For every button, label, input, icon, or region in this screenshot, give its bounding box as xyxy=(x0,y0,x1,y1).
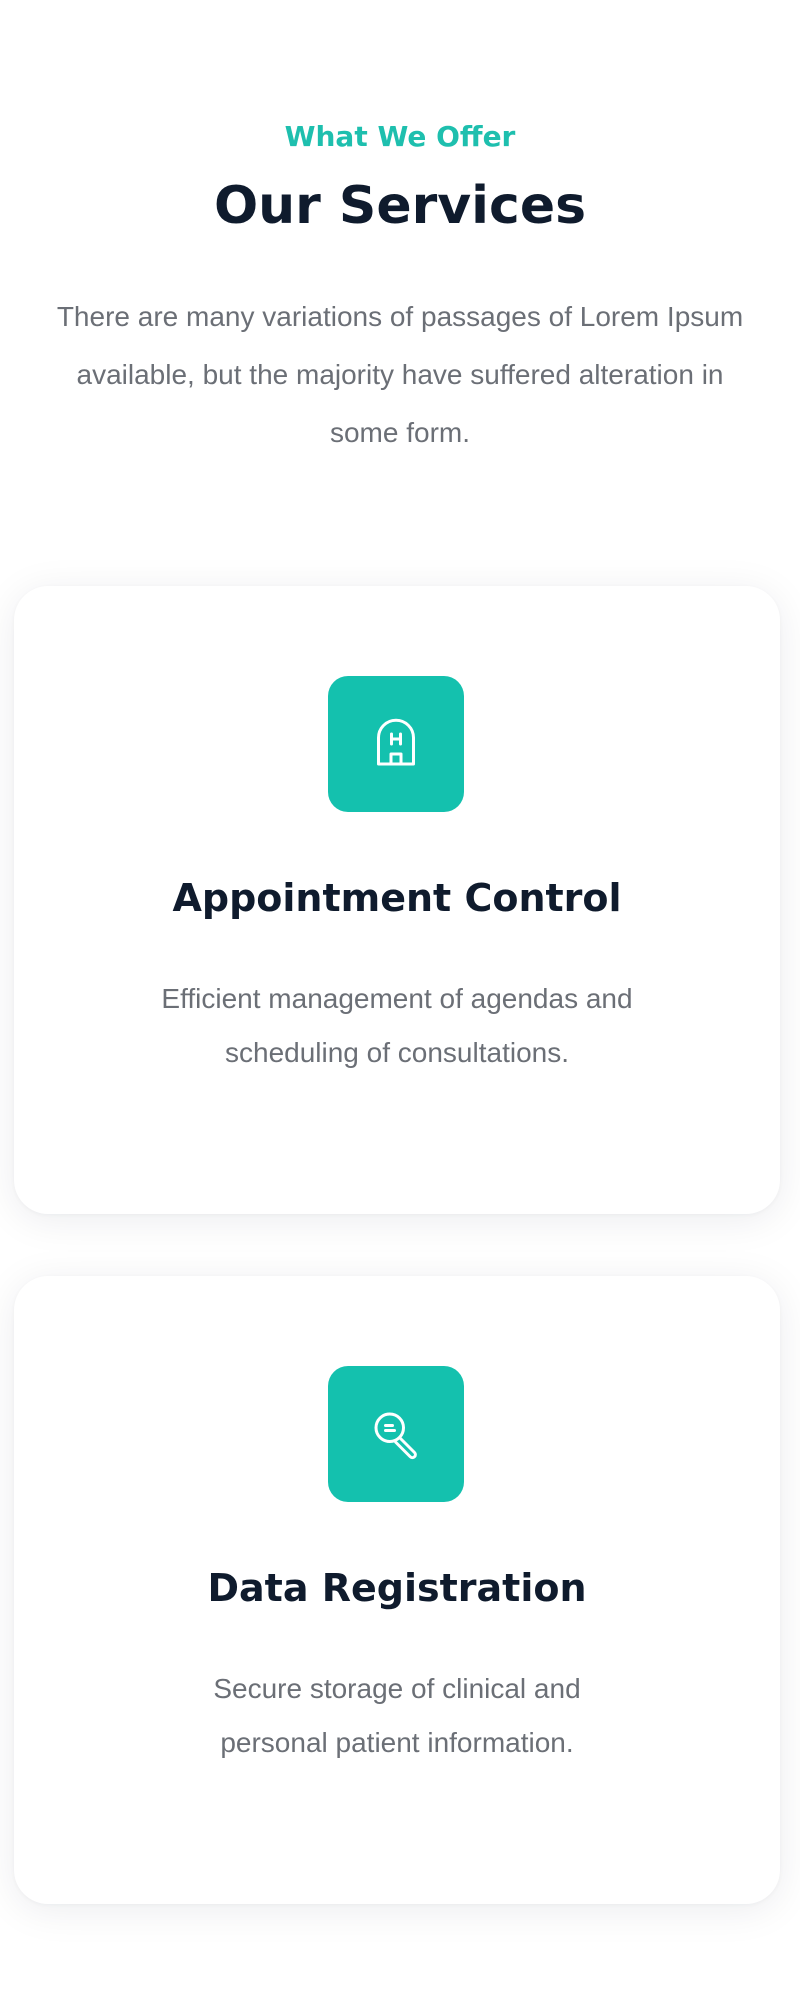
search-icon xyxy=(374,1412,417,1460)
section-intro: There are many variations of passages of… xyxy=(56,301,744,448)
section-title: Our Services xyxy=(213,176,587,236)
service-card-data-registration: Data Registration Secure storage of clin… xyxy=(14,1276,780,1904)
section-eyebrow: What We Offer xyxy=(284,120,516,153)
hospital-icon xyxy=(377,718,415,766)
service-title: Appointment Control xyxy=(172,876,622,920)
service-title: Data Registration xyxy=(207,1566,587,1610)
services-section: What We Offer Our Services There are man… xyxy=(0,0,800,2000)
icon-tile xyxy=(328,676,464,812)
service-card-appointment-control: Appointment Control Efficient management… xyxy=(14,586,780,1214)
service-description: Secure storage of clinical and personal … xyxy=(213,1673,581,1758)
service-description: Efficient management of agendas and sche… xyxy=(161,983,633,1068)
icon-tile xyxy=(328,1366,464,1502)
